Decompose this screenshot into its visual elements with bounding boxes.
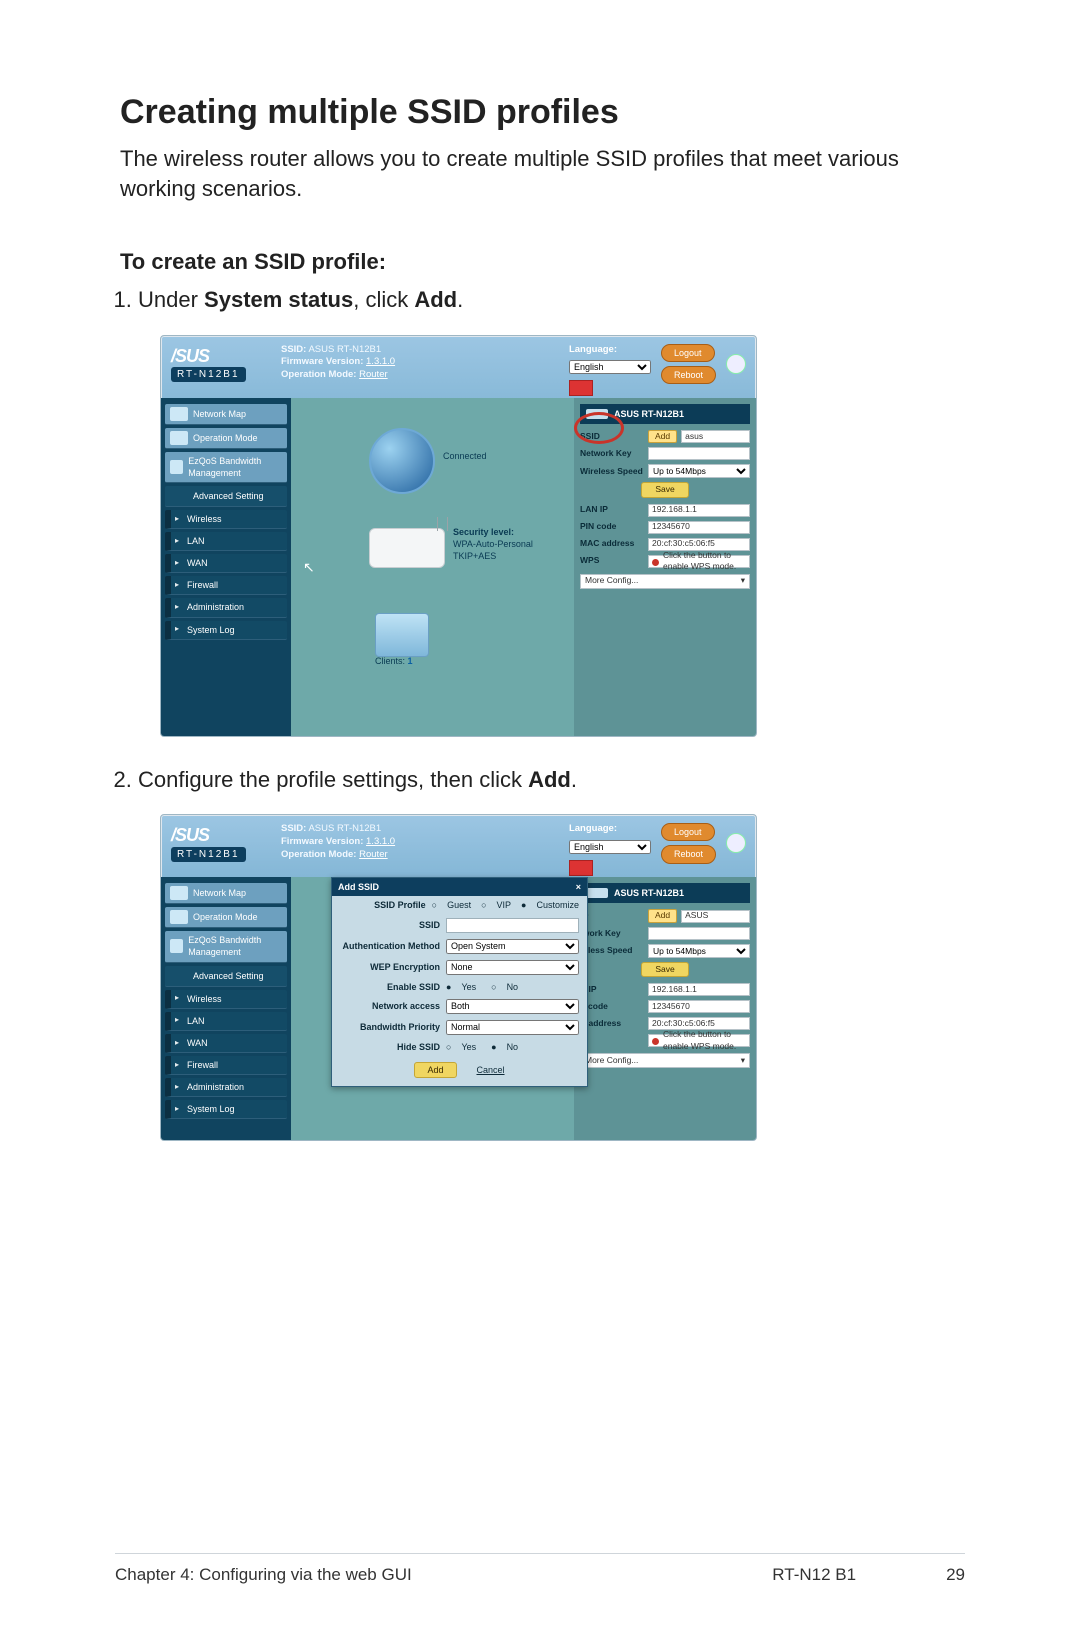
logout-button[interactable]: Logout: [661, 823, 715, 841]
brand-logo: /SUS RT-N12B1: [171, 344, 271, 383]
sidebar-item-firewall[interactable]: Firewall: [165, 1056, 287, 1075]
pin-value: 12345670: [648, 1000, 750, 1013]
gear-icon[interactable]: [726, 354, 746, 374]
ssid-profile-radios[interactable]: ○ Guest ○ VIP ● Customize: [432, 899, 579, 911]
globe-icon: [369, 428, 435, 494]
auth-method-select[interactable]: Open System: [446, 939, 579, 954]
sidebar-item-wireless[interactable]: Wireless: [165, 990, 287, 1009]
wireless-speed-select[interactable]: Up to 54Mbps: [648, 944, 750, 958]
logout-button[interactable]: Logout: [661, 344, 715, 362]
step-1: Under System status, click Add.: [138, 285, 965, 315]
flag-icon: [569, 860, 593, 876]
wep-encryption-select[interactable]: None: [446, 960, 579, 975]
wps-note: Click the button to enable WPS mode.: [648, 555, 750, 568]
sidebar-item-system-log[interactable]: System Log: [165, 1100, 287, 1119]
bandwidth-priority-select[interactable]: Normal: [446, 1020, 579, 1035]
screenshot-2: /SUS RT-N12B1 SSID: ASUS RT-N12B1 Firmwa…: [160, 814, 757, 1141]
wireless-speed-select[interactable]: Up to 54Mbps: [648, 464, 750, 478]
ssid-input[interactable]: ASUS: [681, 910, 750, 923]
page-footer: Chapter 4: Configuring via the web GUI R…: [115, 1553, 965, 1587]
sidebar-item-lan[interactable]: LAN: [165, 1012, 287, 1031]
pin-value: 12345670: [648, 521, 750, 534]
footer-page-number: 29: [946, 1564, 965, 1587]
enable-ssid-radios[interactable]: ● Yes ○ No: [446, 981, 518, 993]
close-icon[interactable]: ×: [576, 881, 581, 893]
gear-icon[interactable]: [726, 833, 746, 853]
add-ssid-button[interactable]: Add: [648, 430, 677, 443]
footer-model: RT-N12 B1: [772, 1564, 856, 1587]
network-access-select[interactable]: Both: [446, 999, 579, 1014]
procedure-heading: To create an SSID profile:: [120, 247, 965, 277]
save-button[interactable]: Save: [641, 482, 689, 497]
header-meta: SSID: ASUS RT-N12B1 Firmware Version: 1.…: [281, 344, 559, 382]
clients-label: Clients: 1: [375, 655, 413, 667]
reboot-button[interactable]: Reboot: [661, 845, 716, 863]
step-2: Configure the profile settings, then cli…: [138, 765, 965, 795]
more-config-select[interactable]: More Config...▾: [580, 574, 750, 589]
network-key-input[interactable]: [648, 927, 750, 940]
lan-ip-value: 192.168.1.1: [648, 504, 750, 517]
page-title: Creating multiple SSID profiles: [120, 90, 965, 136]
client-icon: [375, 613, 429, 657]
more-config-select[interactable]: More Config...▾: [580, 1053, 750, 1068]
add-ssid-button[interactable]: Add: [648, 909, 677, 922]
system-status-panel: ASUS RT-N12B1 ID Add ASUS twork Key rele…: [574, 877, 756, 1140]
sidebar-item-advanced[interactable]: Advanced Setting: [165, 966, 287, 987]
flag-icon: [569, 380, 593, 396]
ssid-input[interactable]: asus: [681, 430, 750, 443]
brand-logo: /SUS RT-N12B1: [171, 823, 271, 862]
sidebar: Network Map Operation Mode EzQoS Bandwid…: [161, 877, 291, 1140]
language-select[interactable]: English: [569, 840, 651, 854]
dialog-add-button[interactable]: Add: [414, 1062, 456, 1078]
sidebar: Network Map Operation Mode EzQoS Bandwid…: [161, 398, 291, 736]
header-meta: SSID: ASUS RT-N12B1 Firmware Version: 1.…: [281, 823, 559, 861]
sidebar-item-network-map[interactable]: Network Map: [165, 404, 287, 425]
network-map-area: Connected Security level:WPA-Auto-Person…: [291, 398, 574, 736]
language-label: Language:: [569, 823, 617, 836]
language-label: Language:: [569, 344, 617, 357]
sidebar-item-lan[interactable]: LAN: [165, 532, 287, 551]
system-status-panel: ASUS RT-N12B1 SSID Add asus Network Key …: [574, 398, 756, 736]
router-icon: [586, 409, 608, 419]
network-key-input[interactable]: [648, 447, 750, 460]
connected-label: Connected: [443, 450, 487, 462]
sidebar-item-administration[interactable]: Administration: [165, 598, 287, 617]
sidebar-item-administration[interactable]: Administration: [165, 1078, 287, 1097]
sidebar-item-operation-mode[interactable]: Operation Mode: [165, 907, 287, 928]
sidebar-item-wireless[interactable]: Wireless: [165, 510, 287, 529]
security-level: Security level:WPA-Auto-Personal TKIP+AE…: [453, 526, 543, 562]
dialog-ssid-input[interactable]: [446, 918, 579, 933]
reboot-button[interactable]: Reboot: [661, 366, 716, 384]
sidebar-item-network-map[interactable]: Network Map: [165, 883, 287, 904]
language-select[interactable]: English: [569, 360, 651, 374]
hide-ssid-radios[interactable]: ○ Yes ● No: [446, 1041, 518, 1053]
intro-text: The wireless router allows you to create…: [120, 144, 965, 203]
sidebar-item-wan[interactable]: WAN: [165, 1034, 287, 1053]
sidebar-item-ezqos[interactable]: EzQoS Bandwidth Management: [165, 452, 287, 483]
sidebar-item-ezqos[interactable]: EzQoS Bandwidth Management: [165, 931, 287, 962]
save-button[interactable]: Save: [641, 962, 689, 977]
screenshot-1: /SUS RT-N12B1 SSID: ASUS RT-N12B1 Firmwa…: [160, 335, 757, 737]
dialog-cancel-link[interactable]: Cancel: [477, 1064, 505, 1076]
sidebar-item-advanced[interactable]: Advanced Setting: [165, 486, 287, 507]
cursor-icon: ↖: [303, 558, 315, 577]
sidebar-item-firewall[interactable]: Firewall: [165, 576, 287, 595]
footer-chapter: Chapter 4: Configuring via the web GUI: [115, 1564, 412, 1587]
sidebar-item-operation-mode[interactable]: Operation Mode: [165, 428, 287, 449]
sidebar-item-wan[interactable]: WAN: [165, 554, 287, 573]
sidebar-item-system-log[interactable]: System Log: [165, 621, 287, 640]
add-ssid-dialog: Add SSID × SSID Profile ○ Guest ○ VIP ● …: [331, 877, 588, 1087]
lan-ip-value: 192.168.1.1: [648, 983, 750, 996]
router-icon: [369, 528, 445, 568]
wps-note: Click the button to enable WPS mode.: [648, 1034, 750, 1047]
